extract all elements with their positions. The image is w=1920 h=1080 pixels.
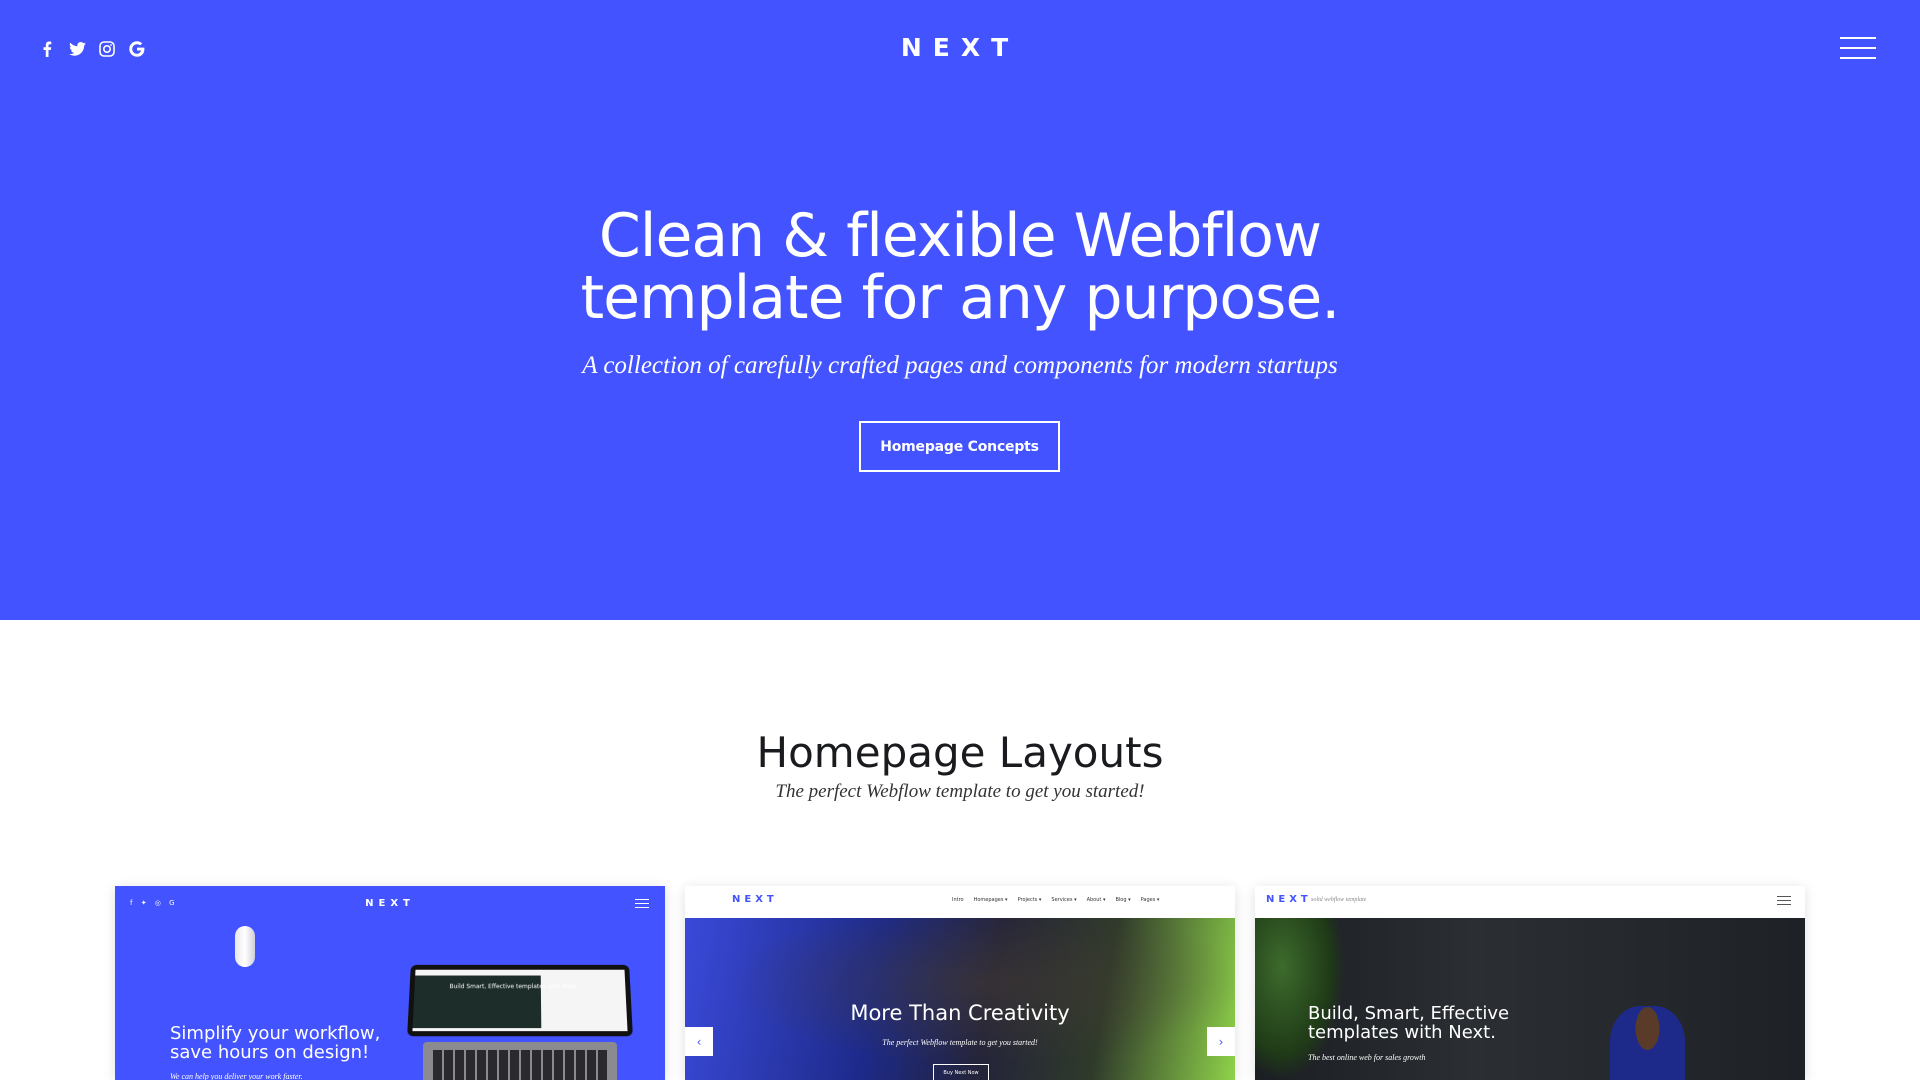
card-nav-link: Blog ▾ — [1115, 897, 1131, 903]
card-headline: More Than Creativity — [850, 1001, 1070, 1025]
hero-title-line-1: Clean & flexible Webflow — [598, 201, 1322, 271]
site-logo[interactable]: NEXT — [0, 33, 1920, 62]
homepage-concepts-button[interactable]: Homepage Concepts — [859, 421, 1060, 472]
layout-card-1[interactable]: f ✦ ◎ G NEXT Build Smart, Effective temp… — [115, 886, 665, 1080]
section-subtitle: The perfect Webflow template to get you … — [775, 781, 1145, 802]
mouse-image — [235, 926, 255, 967]
card-headline-line-1: Build, Smart, Effective — [1308, 1003, 1510, 1024]
card-logo: NEXT — [1266, 894, 1312, 905]
section-title: Homepage Layouts — [756, 728, 1164, 777]
card-navbar: NEXT solid webflow template — [1255, 886, 1805, 918]
card-nav-links: Intro Homepages ▾ Projects ▾ Services ▾ … — [952, 897, 1159, 903]
card-headline-line-2: templates with Next. — [1308, 1022, 1496, 1043]
card-nav-link: Intro — [952, 897, 964, 903]
hero-title-line-2: template for any purpose. — [580, 263, 1341, 333]
card-subtext: We can help you deliver your work faster… — [170, 1072, 303, 1080]
card-navbar: NEXT Intro Homepages ▾ Projects ▾ Servic… — [685, 886, 1235, 918]
card-nav-link: Pages ▾ — [1140, 897, 1160, 903]
card-menu-icon — [1777, 896, 1791, 908]
card-logo: NEXT — [732, 894, 778, 905]
hero-title: Clean & flexible Webflow template for an… — [0, 205, 1920, 329]
card-headline: Simplify your workflow, save hours on de… — [170, 1024, 380, 1062]
laptop-screen-text: Build Smart, Effective templates with Ne… — [449, 983, 579, 991]
chevron-left-icon: ‹ — [685, 1027, 713, 1056]
card-subtext: The perfect Webflow template to get you … — [882, 1038, 1038, 1047]
card-buy-button: Buy Next Now — [933, 1064, 989, 1080]
card-hero-photo — [685, 918, 1235, 1080]
card-logo: NEXT — [365, 898, 415, 909]
card-headline-line-2: save hours on design! — [170, 1042, 370, 1063]
layout-card-2[interactable]: NEXT Intro Homepages ▾ Projects ▾ Servic… — [685, 886, 1235, 1080]
card-nav-link: About ▾ — [1086, 897, 1106, 903]
chevron-right-icon: › — [1207, 1027, 1235, 1056]
card-tagline: solid webflow template — [1311, 897, 1367, 903]
hero-subtitle: A collection of carefully crafted pages … — [582, 352, 1338, 379]
laptop-image: Build Smart, Effective templates with Ne… — [395, 964, 645, 1080]
card-menu-icon — [635, 899, 649, 911]
hamburger-menu-icon[interactable] — [1840, 37, 1876, 61]
card-nav-link: Homepages ▾ — [973, 897, 1008, 903]
hero-section: NEXT Clean & flexible Webflow template f… — [0, 0, 1920, 620]
person-image — [1610, 1006, 1685, 1080]
card-nav-link: Services ▾ — [1051, 897, 1077, 903]
card-headline-line-1: Simplify your workflow, — [170, 1023, 381, 1044]
card-subtext: The best online web for sales growth — [1308, 1053, 1426, 1062]
card-nav-link: Projects ▾ — [1017, 897, 1042, 903]
card-headline: Build, Smart, Effective templates with N… — [1308, 1004, 1509, 1042]
layout-card-3[interactable]: NEXT solid webflow template Build, Smart… — [1255, 886, 1805, 1080]
